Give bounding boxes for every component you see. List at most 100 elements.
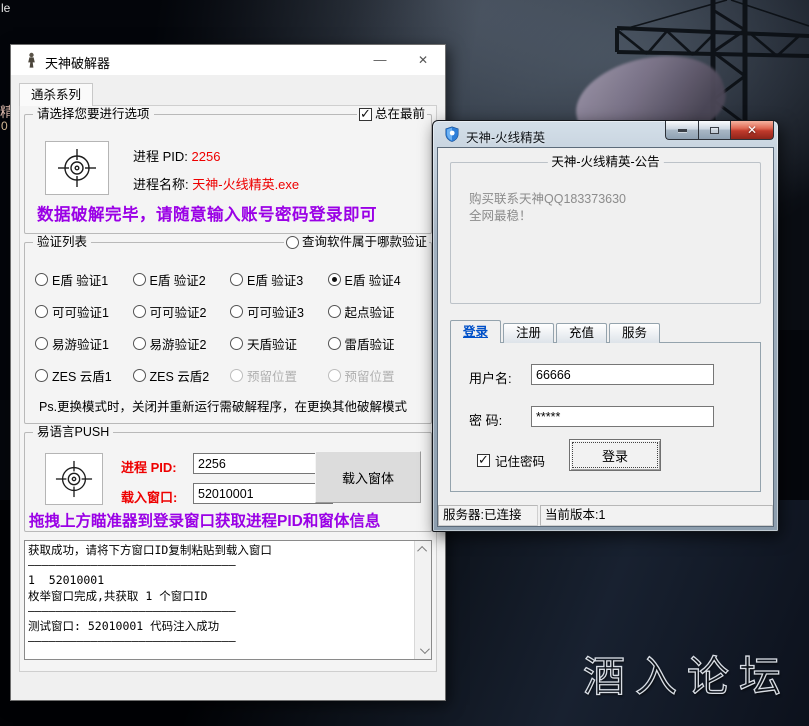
username-input[interactable] [531, 364, 714, 385]
cracker-titlebar[interactable]: 天神破解器 — ✕ [11, 45, 445, 75]
tab-recharge[interactable]: 充值 [556, 323, 607, 343]
verify-radio-label: 预留位置 [247, 366, 297, 385]
verify-radio-5[interactable]: 可可验证2 [133, 302, 231, 321]
version-status: 当前版本:1 [540, 505, 773, 526]
maximize-button[interactable] [698, 121, 731, 140]
tab-register[interactable]: 注册 [503, 323, 554, 343]
radio-icon[interactable] [328, 305, 341, 318]
radio-icon[interactable] [35, 273, 48, 286]
mode-switch-note: Ps.更换模式时，关闭并重新运行需破解程序，在更换其他破解模式 [39, 396, 407, 415]
radio-icon[interactable] [133, 337, 146, 350]
radio-icon [230, 369, 243, 382]
login-status-bar: 服务器:已连接 当前版本:1 [438, 505, 773, 526]
login-window-title: 天神-火线精英 [466, 127, 545, 146]
verify-radio-9[interactable]: 易游验证2 [133, 334, 231, 353]
verification-group: 验证列表 查询软件属于哪款验证 E盾 验证1 E盾 验证2 E盾 验证3 E盾 … [24, 242, 432, 424]
verify-radio-label: ZES 云盾1 [52, 366, 112, 385]
process-name-label: 进程名称: [133, 177, 192, 192]
remember-password-checkbox[interactable]: 记住密码 [477, 451, 545, 470]
options-group-legend: 请选择您要进行选项 [33, 106, 154, 122]
login-button[interactable]: 登录 [569, 439, 661, 471]
query-verification-label: 查询软件属于哪款验证 [302, 234, 427, 250]
login-titlebar[interactable]: 天神-火线精英 ✕ [433, 121, 778, 147]
always-on-top-checkbox[interactable]: 总在最前 [357, 106, 427, 122]
radio-icon[interactable] [35, 337, 48, 350]
close-button[interactable]: ✕ [731, 121, 774, 140]
radio-icon[interactable] [133, 273, 146, 286]
process-name-value: 天神-火线精英.exe [192, 177, 299, 192]
radio-icon[interactable] [328, 337, 341, 350]
crosshair-drag-source[interactable] [45, 141, 109, 195]
drag-hint-message: 拖拽上方瞄准器到登录窗口获取进程PID和窗体信息 [29, 509, 380, 531]
radio-icon[interactable] [328, 273, 341, 286]
verify-radio-10[interactable]: 天盾验证 [230, 334, 328, 353]
announcement-line: 购买联系天神QQ183373630 [469, 191, 626, 208]
log-text: 获取成功，请将下方窗口ID复制粘贴到载入窗口 —————————————————… [28, 543, 411, 657]
push-window-input[interactable] [193, 483, 333, 504]
chevron-up-icon [417, 546, 427, 556]
query-verification-radio[interactable]: 查询软件属于哪款验证 [284, 234, 429, 250]
verify-radio-7[interactable]: 起点验证 [328, 302, 426, 321]
password-input[interactable] [531, 406, 714, 427]
push-group: 易语言PUSH 进程 PID: 载入窗口: 载 [24, 432, 432, 532]
checkbox-icon[interactable] [477, 454, 490, 467]
verify-radio-6[interactable]: 可可验证3 [230, 302, 328, 321]
radio-icon[interactable] [35, 369, 48, 382]
verify-radio-0[interactable]: E盾 验证1 [35, 270, 133, 289]
close-icon: ✕ [747, 124, 757, 136]
login-window: 天神-火线精英 ✕ 天神-火线精英-公告 购买联系天神QQ183373630 全… [432, 120, 779, 532]
push-pid-input[interactable] [193, 453, 333, 474]
radio-icon[interactable] [133, 305, 146, 318]
username-label: 用户名: [469, 368, 512, 387]
options-group: 请选择您要进行选项 总在最前 进程 [24, 114, 432, 234]
process-pid-row: 进程 PID: 2256 [133, 146, 220, 165]
scroll-up-button[interactable] [415, 541, 432, 558]
radio-icon[interactable] [133, 369, 146, 382]
verify-radio-label: E盾 验证1 [52, 270, 108, 289]
crosshair-icon [57, 148, 97, 188]
verification-radio-grid: E盾 验证1 E盾 验证2 E盾 验证3 E盾 验证4 可可验证1 可可验证2 … [35, 263, 425, 391]
verify-radio-13[interactable]: ZES 云盾2 [133, 366, 231, 385]
maximize-icon [710, 127, 719, 134]
load-window-button[interactable]: 载入窗体 [315, 451, 421, 503]
process-pid-value: 2256 [192, 149, 221, 164]
radio-icon[interactable] [286, 236, 299, 249]
process-name-row: 进程名称: 天神-火线精英.exe [133, 174, 299, 193]
announcement-group: 天神-火线精英-公告 购买联系天神QQ183373630 全网最稳！ [450, 162, 761, 304]
verify-radio-label: 天盾验证 [247, 334, 297, 353]
verify-radio-4[interactable]: 可可验证1 [35, 302, 133, 321]
log-scrollbar[interactable] [414, 541, 431, 659]
verify-radio-2[interactable]: E盾 验证3 [230, 270, 328, 289]
login-app-icon [444, 126, 460, 142]
login-tab-strip: 登录 注册 充值 服务 [450, 320, 662, 343]
tab-service[interactable]: 服务 [609, 323, 660, 343]
radio-icon[interactable] [35, 305, 48, 318]
always-on-top-label: 总在最前 [375, 106, 425, 122]
verify-radio-12[interactable]: ZES 云盾1 [35, 366, 133, 385]
scroll-down-button[interactable] [415, 642, 432, 659]
verify-radio-1[interactable]: E盾 验证2 [133, 270, 231, 289]
push-window-label: 载入窗口: [121, 487, 177, 506]
log-output-box[interactable]: 获取成功，请将下方窗口ID复制粘贴到载入窗口 —————————————————… [24, 540, 432, 660]
radio-icon[interactable] [230, 337, 243, 350]
radio-icon [328, 369, 341, 382]
verify-radio-3[interactable]: E盾 验证4 [328, 270, 426, 289]
remember-password-label: 记住密码 [495, 451, 545, 470]
radio-icon[interactable] [230, 273, 243, 286]
tab-login[interactable]: 登录 [450, 320, 501, 343]
checkbox-icon[interactable] [359, 108, 372, 121]
cracker-app-icon [24, 52, 39, 68]
minimize-button[interactable]: — [359, 45, 401, 75]
tab-tongsha-series[interactable]: 通杀系列 [19, 83, 93, 106]
verify-radio-11[interactable]: 雷盾验证 [328, 334, 426, 353]
radio-icon[interactable] [230, 305, 243, 318]
announcement-text: 购买联系天神QQ183373630 全网最稳！ [469, 191, 626, 225]
verify-radio-label: E盾 验证3 [247, 270, 303, 289]
minimize-button[interactable] [665, 121, 698, 140]
process-pid-label: 进程 PID: [133, 149, 192, 164]
verify-radio-label: 易游验证1 [52, 334, 109, 353]
server-status: 服务器:已连接 [438, 505, 538, 526]
close-button[interactable]: ✕ [401, 45, 445, 75]
crosshair-drag-source[interactable] [45, 453, 103, 505]
verify-radio-8[interactable]: 易游验证1 [35, 334, 133, 353]
